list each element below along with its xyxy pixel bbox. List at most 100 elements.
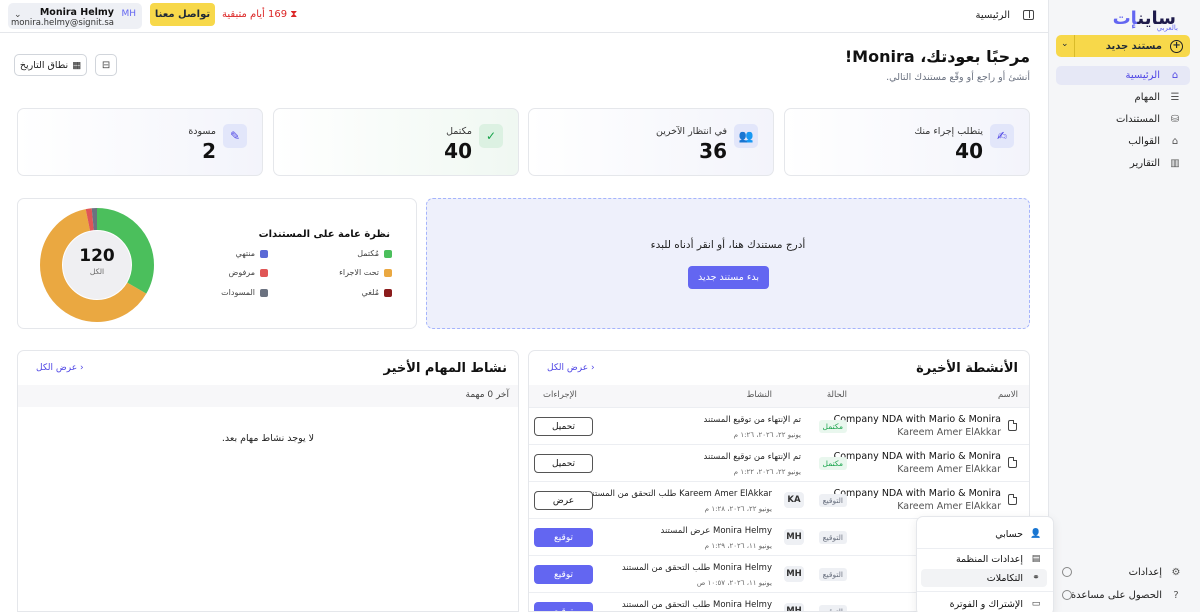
- status-badge: التوقيع: [818, 494, 847, 507]
- calendar-icon: ▦: [72, 59, 82, 71]
- account-dropdown-menu: 👤 حسابي ▤ إعدادات المنظمة ⚭ التكاملات ▭ …: [916, 516, 1054, 612]
- row-action-button[interactable]: تحميل: [534, 417, 593, 436]
- help-link[interactable]: ? الحصول على مساعدة: [1056, 586, 1190, 604]
- sidebar-item-documents[interactable]: ⛁ المستندات: [1056, 110, 1190, 129]
- activity-date: يونيو ٢٢، ٢٠٢٦، ١:٢٨ م: [704, 505, 772, 513]
- menu-item-my-account[interactable]: 👤 حسابي: [921, 525, 1047, 543]
- legend-swatch: [384, 268, 392, 277]
- sidebar-item-label: التقارير: [1129, 158, 1160, 169]
- document-owner: Kareem Amer ElAkkar: [897, 427, 1001, 438]
- row-action-button[interactable]: توقيع: [534, 602, 593, 611]
- stat-card-draft[interactable]: ✎ مسودة 2: [17, 108, 263, 176]
- sidebar-item-reports[interactable]: ▥ التقارير: [1056, 154, 1190, 173]
- chevron-down-icon[interactable]: ⌄: [1061, 39, 1069, 49]
- activity-date: يونيو ٢٢، ٢٠٢٦، ١:٢٦ م: [733, 431, 801, 439]
- view-all-link[interactable]: ‹ عرض الكل: [547, 363, 595, 373]
- donut-total-label: الكل: [89, 267, 105, 276]
- date-range-button[interactable]: ▦ نطاق التاريخ: [14, 54, 87, 76]
- activity-date: يونيو ١١، ٢٠٢٦، ١:٢٩ م: [704, 542, 772, 550]
- layout-icon: ⊟: [101, 59, 111, 71]
- table-row[interactable]: Company NDA with Mario & Monira Kareem Am…: [529, 407, 1029, 444]
- menu-item-billing[interactable]: ▭ الإشتراك و الفوترة: [921, 595, 1047, 612]
- user-icon: 👤: [1030, 529, 1042, 539]
- sidebar-item-templates[interactable]: ⌂ القوالب: [1056, 132, 1190, 151]
- check-circle-icon: ✓: [479, 124, 503, 148]
- reports-icon: ▥: [1170, 158, 1180, 169]
- row-action-button[interactable]: تحميل: [534, 454, 593, 473]
- menu-item-label: إعدادات المنظمة: [955, 553, 1023, 565]
- menu-divider: [917, 548, 1053, 549]
- sidebar-item-tasks[interactable]: ☰ المهام: [1056, 88, 1190, 107]
- logo-subtitle: بالعربي: [1156, 24, 1178, 32]
- user-name: Monira Helmy: [39, 7, 114, 18]
- stat-label: مسودة: [188, 126, 216, 137]
- legend-item: مُكتمل: [357, 249, 392, 258]
- menu-item-integrations[interactable]: ⚭ التكاملات: [921, 569, 1047, 587]
- legend-swatch: [260, 268, 268, 277]
- legend-swatch: [260, 288, 268, 297]
- document-icon: [1008, 457, 1017, 468]
- avatar: MH: [784, 603, 804, 611]
- new-document-button[interactable]: + مستند جديد ⌄: [1056, 35, 1190, 57]
- documents-overview-card: نظرة عامة على المستندات مُكتمل تحت الاجر…: [17, 198, 417, 329]
- stat-value: 40: [444, 139, 472, 163]
- stat-card-action-required[interactable]: ✍ يتطلب إجراء منك 40: [784, 108, 1030, 176]
- legend-swatch: [384, 249, 392, 258]
- table-row[interactable]: Company NDA with Mario & Monira Kareem Am…: [529, 444, 1029, 481]
- view-all-link[interactable]: ‹ عرض الكل: [36, 363, 84, 373]
- sidebar-item-label: المهام: [1134, 92, 1160, 103]
- status-badge: التوقيع: [818, 605, 847, 611]
- menu-item-label: الإشتراك و الفوترة: [949, 598, 1023, 610]
- stat-card-completed[interactable]: ✓ مكتمل 40: [273, 108, 519, 176]
- menu-divider: [917, 591, 1053, 592]
- layout-toggle-button[interactable]: ⊟: [95, 54, 117, 76]
- user-menu[interactable]: MH Monira Helmy monira.helmy@signit.sa ⌄: [8, 3, 142, 29]
- legend-swatch: [384, 288, 392, 297]
- row-action-button[interactable]: عرض: [534, 491, 593, 510]
- row-action-button[interactable]: توقيع: [534, 528, 593, 547]
- view-all-label: عرض الكل: [36, 363, 78, 373]
- column-header-status: الحالة: [826, 390, 847, 400]
- stat-card-waiting-others[interactable]: 👥 في انتظار الآخرين 36: [528, 108, 774, 176]
- document-name: Company NDA with Mario & Monira: [833, 451, 1001, 462]
- legend-label: مُكتمل: [357, 249, 379, 258]
- date-range-label: نطاق التاريخ: [19, 59, 69, 71]
- edit-icon: ✎: [223, 124, 247, 148]
- empty-state: لا يوجد نشاط مهام بعد.: [221, 433, 315, 444]
- legend-item: مرفوض: [229, 268, 268, 277]
- panel-title: الأنشطة الأخيرة: [916, 361, 1018, 376]
- table-row[interactable]: Company NDA with Mario & Monira Kareem Am…: [529, 481, 1029, 518]
- breadcrumb[interactable]: الرئيسية: [976, 10, 1010, 21]
- stat-value: 36: [699, 139, 727, 163]
- contact-us-button[interactable]: تواصل معنا: [150, 3, 215, 26]
- user-email: monira.helmy@signit.sa: [10, 18, 114, 28]
- document-dropzone[interactable]: أدرج مستندك هنا، أو انقر أدناه للبدء بدء…: [426, 198, 1030, 329]
- activity-text: Monira Helmy عرض المستند: [660, 526, 772, 536]
- view-all-label: عرض الكل: [547, 363, 589, 373]
- document-icon: [1008, 420, 1017, 431]
- start-new-document-button[interactable]: بدء مستند جديد: [688, 266, 769, 289]
- status-badge: التوقيع: [818, 531, 847, 544]
- stat-value: 2: [202, 139, 216, 163]
- organization-icon: ▤: [1031, 554, 1041, 564]
- menu-item-organization-settings[interactable]: ▤ إعدادات المنظمة: [921, 550, 1047, 568]
- split-divider: [1074, 35, 1075, 57]
- activity-date: يونيو ٢٢، ٢٠٢٦، ١:٢٢ م: [733, 468, 801, 476]
- plus-icon: +: [1170, 39, 1183, 53]
- status-badge: مكتمل: [818, 457, 847, 470]
- legend-label: مُلغي: [361, 288, 379, 297]
- document-owner: Kareem Amer ElAkkar: [897, 464, 1001, 475]
- panel-title: نشاط المهام الأخير: [383, 361, 508, 376]
- sidebar-item-home[interactable]: ⌂ الرئيسية: [1056, 66, 1190, 85]
- chevron-left-icon: ‹: [590, 363, 595, 373]
- row-action-button[interactable]: توقيع: [534, 565, 593, 584]
- new-document-label: مستند جديد: [1105, 40, 1162, 52]
- legend-item: مُلغي: [362, 288, 392, 297]
- sidebar-toggle-icon[interactable]: [1023, 10, 1034, 20]
- sidebar-item-label: الرئيسية: [1125, 70, 1160, 81]
- legend-swatch: [260, 249, 268, 258]
- legend-label: المسودات: [221, 288, 255, 297]
- settings-link[interactable]: ⚙ إعدادات: [1056, 563, 1190, 581]
- column-header-name: الاسم: [998, 390, 1018, 400]
- stat-label: مكتمل: [446, 126, 472, 137]
